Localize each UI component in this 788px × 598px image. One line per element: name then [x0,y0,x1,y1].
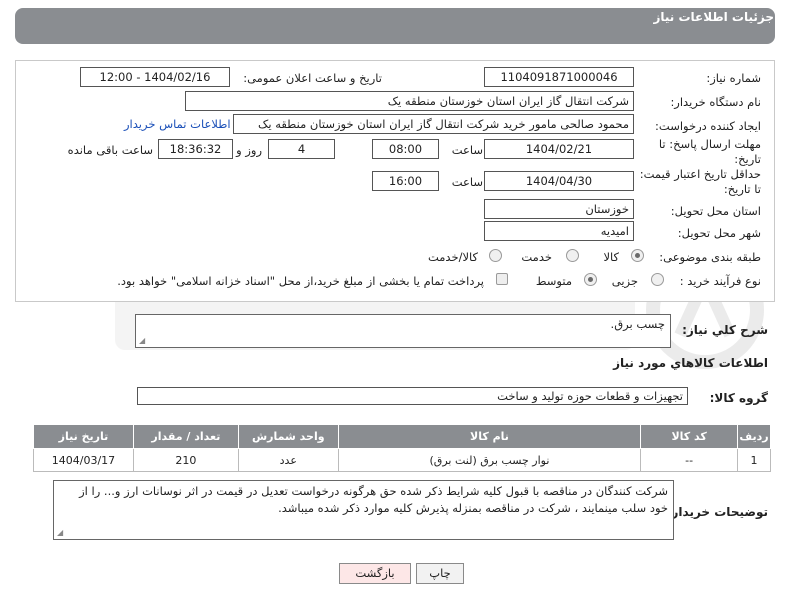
remaining-label: ساعت باقی مانده [67,143,153,157]
col-header-quantity: تعداد / مقدار [132,424,239,449]
buyer-org-label: نام دستگاه خریدار: [670,95,761,109]
deadline-time-field: 08:00 [372,139,439,159]
buyer-notes-text: شرکت کنندگان در مناقصه با قبول کلیه شرای… [79,484,668,515]
category-goods-radio[interactable] [631,249,644,262]
days-label: روز و [236,143,262,157]
description-text: چسب برق. [610,317,665,331]
delivery-city-label: شهر محل تحویل: [677,226,761,240]
buyer-contact-link[interactable]: اطلاعات تماس خریدار [124,117,231,131]
need-number-label: شماره نیاز: [706,71,761,85]
col-header-row-number: ردیف [737,424,771,449]
goods-group-field: تجهیزات و قطعات حوزه تولید و ساخت [137,387,688,405]
days-field: 4 [268,139,335,159]
cell-item-name: نوار چسب برق (لنت برق) [337,448,642,472]
price-validity-time-label: ساعت [451,175,483,189]
need-number-field: 1104091871000046 [484,67,634,87]
col-header-item-name: نام کالا [337,424,642,449]
cell-quantity: 210 [132,448,239,472]
category-goods-service-label: کالا/خدمت [427,250,478,264]
process-medium-label: متوسط [535,274,572,288]
items-table: ردیف کد کالا نام کالا واحد شمارش تعداد /… [33,424,771,472]
buyer-notes-label: توضیحات خریدار: [666,505,768,519]
category-goods-service-radio[interactable] [489,249,502,262]
description-textarea[interactable]: چسب برق. ◢ [135,314,671,348]
page-title: جزئیات اطلاعات نیاز [653,10,774,24]
category-label: طبقه بندی موضوعی: [659,250,761,264]
cell-row-number: 1 [737,448,771,472]
creator-label: ایجاد کننده درخواست: [655,119,761,133]
buyer-notes-textarea[interactable]: شرکت کنندگان در مناقصه با قبول کلیه شرای… [53,480,674,540]
back-button[interactable]: بازگشت [339,563,411,584]
deadline-date-field: 1404/02/21 [484,139,634,159]
treasury-payment-checkbox[interactable] [496,273,508,285]
cell-unit: عدد [237,448,339,472]
cell-item-code: -- [640,448,739,472]
process-label: نوع فرآیند خرید : [679,274,761,288]
process-minor-label: جزیی [611,274,638,288]
col-header-need-date: تاریخ نیاز [33,424,134,449]
price-validity-date-field: 1404/04/30 [484,171,634,191]
delivery-province-field: خوزستان [484,199,634,219]
delivery-province-label: استان محل تحویل: [670,204,761,218]
deadline-label: مهلت ارسال پاسخ: تا تاریخ: [658,137,761,166]
description-label: شرح کلي نياز: [682,323,768,337]
table-header-row: ردیف کد کالا نام کالا واحد شمارش تعداد /… [33,424,771,449]
delivery-city-field: امیدیه [484,221,634,241]
category-service-radio[interactable] [566,249,579,262]
table-row: 1 -- نوار چسب برق (لنت برق) عدد 210 1404… [33,448,771,472]
announce-label: تاریخ و ساعت اعلان عمومی: [243,71,382,85]
payment-note: پرداخت تمام یا بخشی از مبلغ خرید،از محل … [117,274,484,288]
process-minor-radio[interactable] [651,273,664,286]
price-validity-label: حداقل تاریخ اعتبار قیمت: تا تاریخ: [639,167,761,196]
goods-section-title: اطلاعات كالاهاي مورد نياز [613,356,768,370]
resize-grip-icon[interactable]: ◢ [57,529,65,537]
announce-datetime-field: 1404/02/16 - 12:00 [80,67,230,87]
remaining-time-field: 18:36:32 [158,139,233,159]
cell-need-date: 1404/03/17 [33,448,134,472]
deadline-time-label: ساعت [451,143,483,157]
category-service-label: خدمت [521,250,552,264]
col-header-item-code: کد کالا [640,424,739,449]
goods-group-label: گروه کالا: [709,391,768,405]
price-validity-time-field: 16:00 [372,171,439,191]
buyer-org-field: شرکت انتقال گاز ایران استان خوزستان منطق… [185,91,634,111]
category-goods-label: کالا [603,250,619,264]
col-header-unit: واحد شمارش [237,424,339,449]
resize-grip-icon[interactable]: ◢ [139,337,147,345]
print-button[interactable]: چاپ [416,563,464,584]
creator-field: محمود صالحی مامور خرید شرکت انتقال گاز ا… [233,114,634,134]
process-medium-radio[interactable] [584,273,597,286]
